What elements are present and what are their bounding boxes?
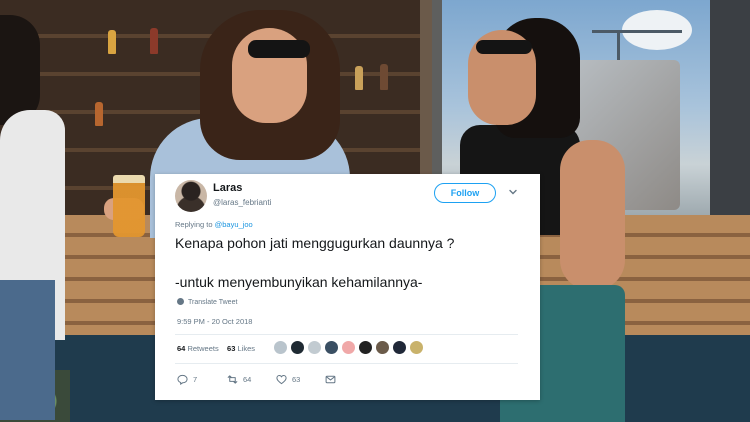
tweet-text-line2: -untuk menyembunyikan kehamilannya- xyxy=(175,274,423,290)
tweet-stats: 64 Retweets 63 Likes xyxy=(177,344,255,353)
person-left-hair xyxy=(0,15,40,125)
likes-label[interactable]: Likes xyxy=(237,344,255,353)
crane xyxy=(592,30,682,33)
retweets-label[interactable]: Retweets xyxy=(187,344,218,353)
reply-icon xyxy=(177,374,188,385)
translate-tweet[interactable]: Translate Tweet xyxy=(177,298,237,306)
likes-count[interactable]: 63 xyxy=(227,344,235,353)
tweet-timestamp[interactable]: 9:59 PM - 20 Oct 2018 xyxy=(177,317,252,326)
sunglasses xyxy=(476,40,532,54)
envelope-icon xyxy=(325,375,336,383)
person-left-jeans xyxy=(0,280,55,420)
bottle xyxy=(108,30,116,54)
tweet-card: Laras @laras_febrianti Follow Replying t… xyxy=(155,174,540,400)
reply-action[interactable]: 7 xyxy=(177,372,197,386)
beer-glass xyxy=(113,175,145,237)
bottle xyxy=(355,66,363,90)
liker-avatar[interactable] xyxy=(324,340,339,355)
liker-avatar[interactable] xyxy=(290,340,305,355)
bottle xyxy=(380,64,388,90)
liker-avatar[interactable] xyxy=(358,340,373,355)
user-handle[interactable]: @laras_febrianti xyxy=(213,198,271,207)
avatar[interactable] xyxy=(175,180,207,212)
like-action[interactable]: 63 xyxy=(276,372,300,386)
divider xyxy=(175,334,518,335)
heart-icon xyxy=(276,374,287,384)
globe-icon xyxy=(177,298,184,305)
chevron-down-icon[interactable] xyxy=(508,187,518,197)
liker-avatar[interactable] xyxy=(409,340,424,355)
divider xyxy=(175,363,518,364)
tweet-text-line1: Kenapa pohon jati menggugurkan daunnya ? xyxy=(175,235,455,251)
retweet-action[interactable]: 64 xyxy=(227,372,251,386)
tweet-actions: 7 64 63 xyxy=(177,372,520,386)
liker-avatar[interactable] xyxy=(375,340,390,355)
sunglasses xyxy=(248,40,310,58)
retweet-count: 64 xyxy=(243,374,252,384)
retweet-icon xyxy=(227,374,238,384)
liker-avatar[interactable] xyxy=(341,340,356,355)
retweets-count[interactable]: 64 xyxy=(177,344,185,353)
liker-avatars xyxy=(273,340,426,356)
replying-to: Replying to @bayu_joo xyxy=(175,220,253,229)
bottle xyxy=(150,28,158,54)
liker-avatar[interactable] xyxy=(392,340,407,355)
reply-count: 7 xyxy=(193,374,198,384)
like-count: 63 xyxy=(292,374,301,384)
message-action[interactable] xyxy=(325,372,341,386)
follow-button[interactable]: Follow xyxy=(434,183,496,203)
woman-right-arm xyxy=(560,140,625,290)
replying-prefix: Replying to xyxy=(175,220,213,229)
tweet-header: Laras @laras_febrianti Follow xyxy=(175,180,522,214)
replying-to-link[interactable]: @bayu_joo xyxy=(215,220,253,229)
display-name[interactable]: Laras xyxy=(213,182,242,194)
liker-avatar[interactable] xyxy=(307,340,322,355)
liker-avatar[interactable] xyxy=(273,340,288,355)
bottle xyxy=(95,102,103,126)
translate-label[interactable]: Translate Tweet xyxy=(188,299,237,306)
